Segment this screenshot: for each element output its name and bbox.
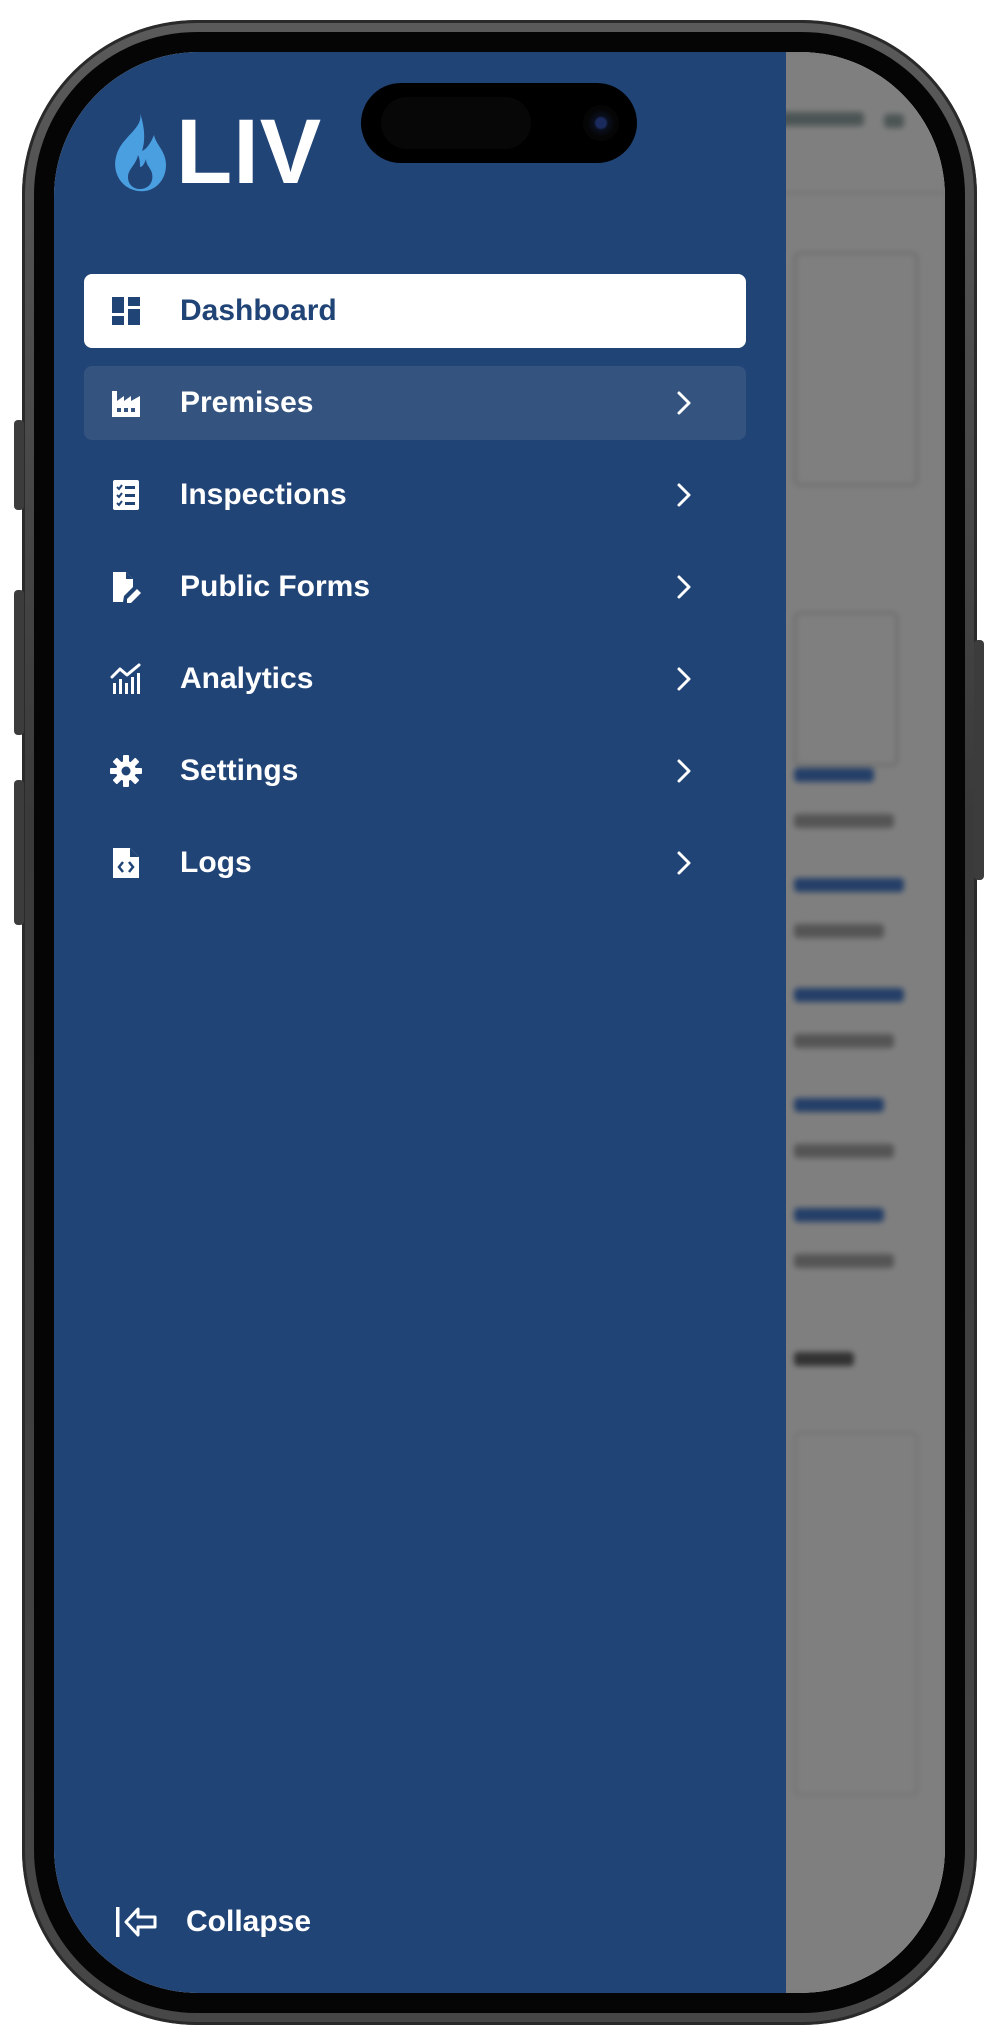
collapse-label: Collapse: [186, 1905, 312, 1938]
sidebar-item-analytics[interactable]: Analytics: [84, 642, 746, 716]
volume-up-button: [14, 590, 24, 735]
sidebar-item-inspections[interactable]: Inspections: [84, 458, 746, 532]
volume-down-button: [14, 780, 24, 925]
chevron-right-icon: [677, 483, 691, 507]
sidebar-nav: Dashboard Premises Inspections Public Fo…: [84, 274, 746, 918]
chevron-right-icon: [677, 575, 691, 599]
sidebar-item-label: Logs: [180, 846, 252, 879]
file-code-icon: [113, 848, 139, 878]
sidebar-item-premises[interactable]: Premises: [84, 366, 746, 440]
collapse-button[interactable]: Collapse: [114, 1902, 311, 1942]
factory-icon: [112, 391, 140, 417]
sidebar-item-label: Premises: [180, 386, 314, 419]
dashboard-icon: [112, 297, 140, 325]
chevron-right-icon: [677, 391, 691, 415]
flame-icon: [115, 113, 166, 192]
sidebar-item-logs[interactable]: Logs: [84, 826, 746, 900]
navigation-drawer: LIV Dashboard Premises Inspections Publi…: [54, 52, 786, 1993]
chart-icon: [110, 663, 141, 694]
chevron-right-icon: [677, 759, 691, 783]
sidebar-item-dashboard[interactable]: Dashboard: [84, 274, 746, 348]
checklist-icon: [113, 480, 139, 510]
camera-icon: [583, 105, 619, 141]
collapse-icon: [116, 1907, 157, 1937]
sidebar-item-label: Settings: [180, 754, 299, 787]
sidebar-item-label: Inspections: [180, 478, 347, 511]
sidebar-item-public-forms[interactable]: Public Forms: [84, 550, 746, 624]
brand-logo[interactable]: LIV: [110, 101, 323, 203]
chevron-right-icon: [677, 667, 691, 691]
power-button: [974, 640, 984, 880]
sidebar-item-settings[interactable]: Settings: [84, 734, 746, 808]
brand-name: LIV: [176, 101, 323, 203]
action-button: [14, 420, 24, 510]
dynamic-island: [361, 83, 637, 163]
file-edit-icon: [113, 572, 141, 603]
sidebar-item-label: Dashboard: [180, 294, 337, 327]
sidebar-item-label: Public Forms: [180, 570, 371, 603]
gear-icon: [110, 755, 142, 787]
sidebar-item-label: Analytics: [180, 662, 314, 695]
chevron-right-icon: [677, 851, 691, 875]
phone-screen: LIV Dashboard Premises Inspections Publi…: [54, 52, 945, 1993]
